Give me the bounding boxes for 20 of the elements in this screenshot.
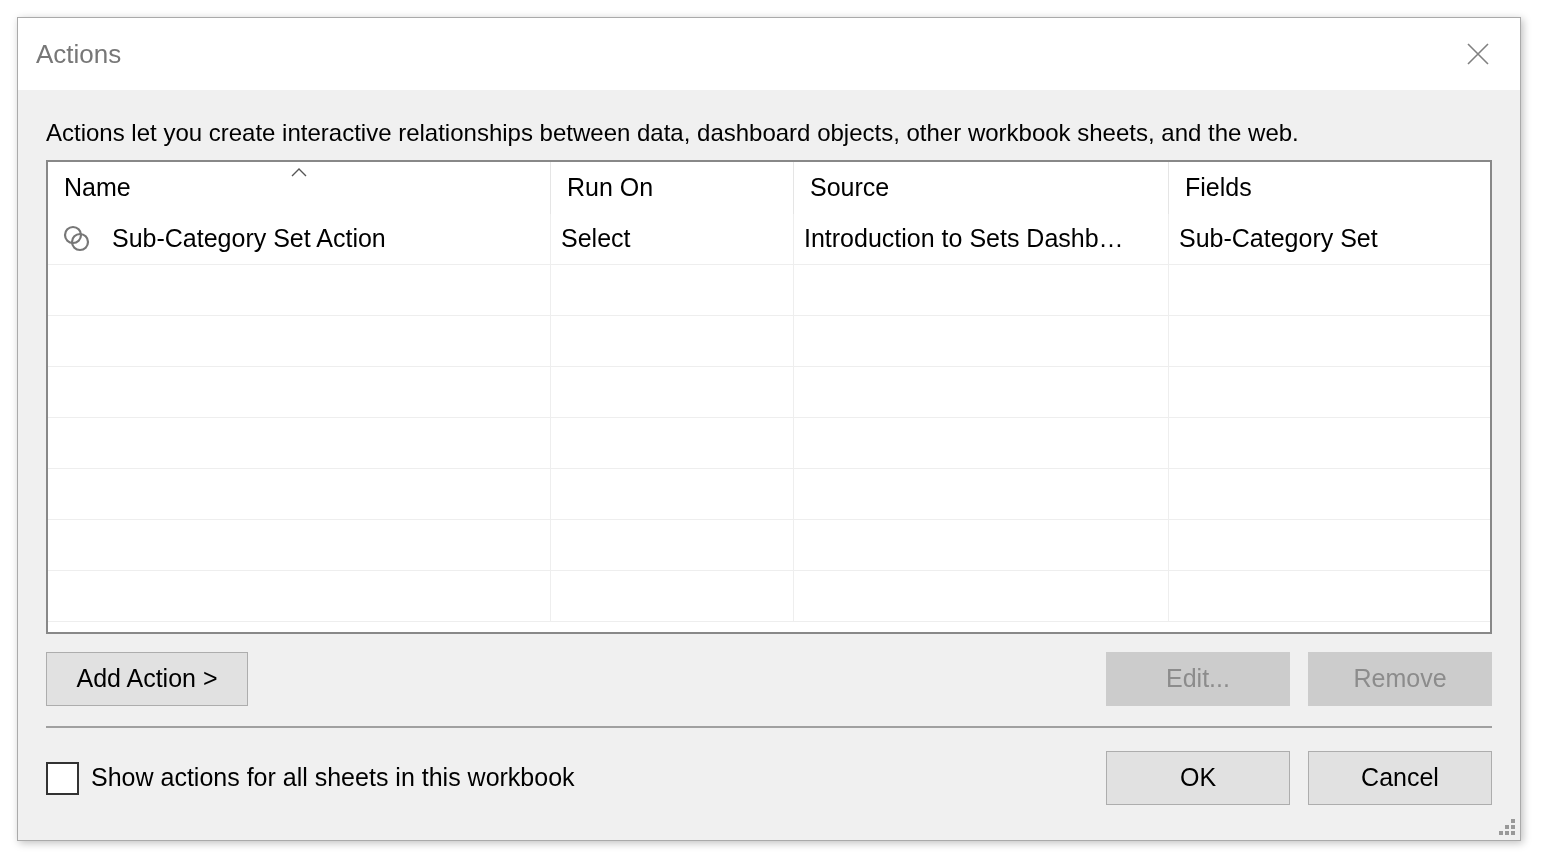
- column-header[interactable]: Fields: [1169, 162, 1490, 214]
- linked-circles-icon: [62, 224, 92, 254]
- checkbox[interactable]: [46, 761, 79, 795]
- description-text: Actions let you create interactive relationships between data, dashboard objects, other workbook sheets, and the web.: [46, 118, 1300, 148]
- checkbox-label: Show actions for all sheets in this workbook: [91, 762, 575, 794]
- table-cell-text: Sub-Category Set Action: [112, 223, 386, 255]
- dialog-button[interactable]: Cancel: [1308, 751, 1492, 805]
- add-action-button[interactable]: Add Action >: [46, 652, 248, 706]
- column-header[interactable]: Run On: [551, 162, 794, 214]
- resize-grip-icon[interactable]: [1498, 818, 1516, 836]
- table-row[interactable]: Sub-Category Set Action Select Introduction to Sets Dashb… Sub-Category Set: [48, 214, 1490, 265]
- sort-caret-icon: [291, 167, 307, 177]
- table-cell-text: Introduction to Sets Dashb…: [804, 223, 1124, 255]
- table-cell-text: Select: [561, 223, 631, 255]
- dialog-button[interactable]: OK: [1106, 751, 1290, 805]
- close-icon[interactable]: [1466, 42, 1490, 66]
- table-cell-text: Sub-Category Set: [1179, 223, 1378, 255]
- column-header[interactable]: Name: [48, 162, 551, 214]
- window-title: Actions: [36, 37, 122, 71]
- column-header[interactable]: Source: [794, 162, 1169, 214]
